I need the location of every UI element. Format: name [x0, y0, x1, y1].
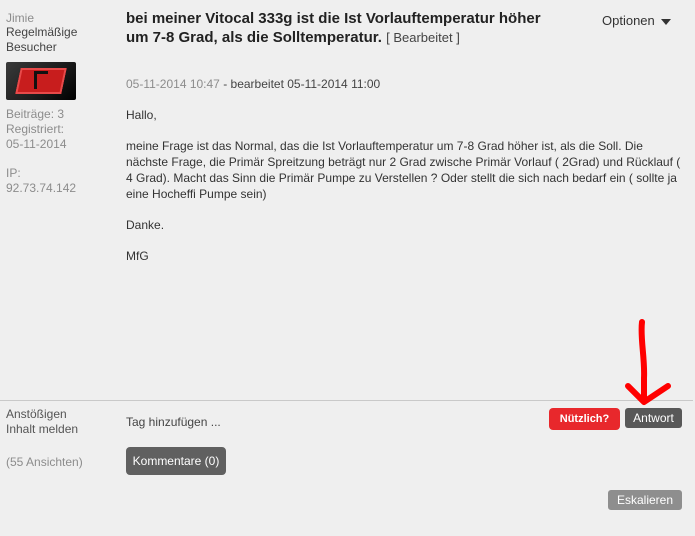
post-dateline: 05-11-2014 10:47 - bearbeitet 05-11-2014… — [126, 77, 380, 91]
post-count: Beiträge: 3 — [6, 107, 65, 121]
options-label: Optionen — [602, 13, 655, 28]
edited-tag[interactable]: [ Bearbeitet ] — [386, 30, 460, 45]
options-menu[interactable]: Optionen — [602, 13, 671, 28]
body-paragraph: Hallo, — [126, 108, 157, 122]
view-count: (55 Ansichten) — [6, 455, 83, 469]
ip-label: IP: — [6, 166, 21, 180]
tag-add-link[interactable]: Tag hinzufügen ... — [126, 415, 221, 429]
edit-info: - bearbeitet 05-11-2014 11:00 — [223, 77, 381, 91]
annotation-arrow-icon — [625, 319, 671, 405]
body-paragraph: Danke. — [126, 218, 165, 232]
post-title: bei meiner Vitocal 333g ist die Ist Vorl… — [126, 9, 546, 47]
post-title-text: bei meiner Vitocal 333g ist die Ist Vorl… — [126, 10, 541, 46]
post-date: 05-11-2014 10:47 — [126, 77, 220, 91]
comments-button[interactable]: Kommentare (0) — [126, 447, 226, 475]
reply-button[interactable]: Antwort — [625, 408, 682, 428]
chevron-down-icon — [660, 18, 671, 25]
username[interactable]: Jimie — [6, 11, 34, 25]
user-rank: Regelmäßige Besucher — [6, 25, 78, 54]
useful-button[interactable]: Nützlich? — [549, 408, 620, 430]
registered-label: Registriert: — [6, 122, 65, 136]
report-link[interactable]: Anstößigen Inhalt melden — [6, 407, 86, 437]
post-body: Hallo, meine Frage ist das Normal, das d… — [126, 107, 686, 279]
author-meta: Beiträge: 3 Registriert: 05-11-2014 IP: … — [6, 107, 101, 196]
divider — [0, 400, 693, 401]
body-paragraph: MfG — [126, 249, 149, 263]
registered-date: 05-11-2014 — [6, 137, 67, 151]
avatar[interactable] — [6, 62, 76, 100]
avatar-logo — [34, 71, 48, 89]
ip-address: 92.73.74.142 — [6, 181, 77, 195]
escalate-button[interactable]: Eskalieren — [608, 490, 682, 510]
body-paragraph: meine Frage ist das Normal, das die Ist … — [126, 139, 681, 201]
